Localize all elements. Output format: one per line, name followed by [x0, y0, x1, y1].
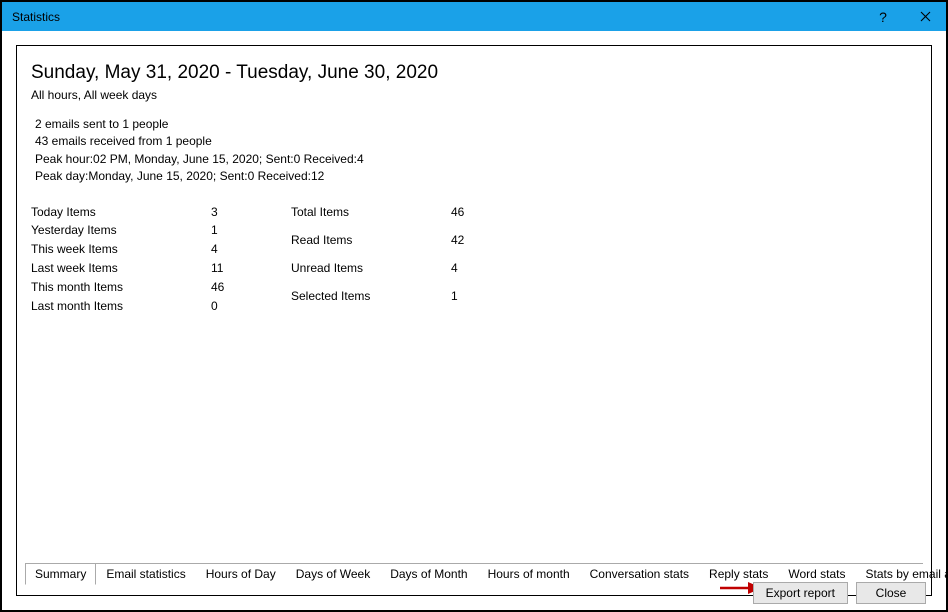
titlebar-controls: ? [862, 2, 946, 31]
summary-block: 2 emails sent to 1 people 43 emails rece… [31, 116, 917, 186]
stat-label: Total Items [291, 204, 451, 230]
stat-value: 0 [211, 298, 291, 315]
stats-col-right: Total Items 46 Read Items 42 Unread Item… [291, 204, 511, 315]
filter-subheading: All hours, All week days [31, 88, 917, 102]
footer-buttons: Export report Close [753, 582, 926, 604]
close-window-button[interactable] [904, 2, 946, 31]
stat-label: Last month Items [31, 298, 211, 315]
stat-label: Last week Items [31, 260, 211, 277]
stat-value: 46 [211, 279, 291, 296]
tab-days-of-month[interactable]: Days of Month [380, 563, 477, 585]
stats-table: Today Items 3 Yesterday Items 1 This wee… [31, 204, 917, 315]
stat-value: 46 [451, 204, 511, 230]
stat-label: Yesterday Items [31, 222, 211, 239]
export-report-button[interactable]: Export report [753, 582, 848, 604]
stats-col-left: Today Items 3 Yesterday Items 1 This wee… [31, 204, 291, 315]
client-area: Sunday, May 31, 2020 - Tuesday, June 30,… [2, 31, 946, 610]
window-title: Statistics [12, 10, 60, 24]
content-panel: Sunday, May 31, 2020 - Tuesday, June 30,… [16, 45, 932, 596]
tab-hours-of-month[interactable]: Hours of month [478, 563, 580, 585]
stat-label: This month Items [31, 279, 211, 296]
tab-summary[interactable]: Summary [25, 563, 96, 585]
stat-label: Unread Items [291, 260, 451, 286]
date-range-heading: Sunday, May 31, 2020 - Tuesday, June 30,… [31, 62, 917, 84]
stat-label: Selected Items [291, 288, 451, 314]
window-frame: Statistics ? Sunday, May 31, 2020 - Tues… [0, 0, 948, 612]
tab-email-statistics[interactable]: Email statistics [96, 563, 195, 585]
stat-value: 1 [211, 222, 291, 239]
help-button[interactable]: ? [862, 2, 904, 31]
summary-peak-hour: Peak hour:02 PM, Monday, June 15, 2020; … [35, 151, 917, 168]
stat-value: 3 [211, 204, 291, 221]
summary-received: 43 emails received from 1 people [35, 133, 917, 150]
stat-label: Read Items [291, 232, 451, 258]
stat-value: 4 [451, 260, 511, 286]
tab-days-of-week[interactable]: Days of Week [286, 563, 380, 585]
stat-value: 4 [211, 241, 291, 258]
close-button[interactable]: Close [856, 582, 926, 604]
summary-sent: 2 emails sent to 1 people [35, 116, 917, 133]
stat-value: 1 [451, 288, 511, 314]
stat-value: 11 [211, 260, 291, 277]
close-icon [920, 11, 931, 22]
main-panel: Sunday, May 31, 2020 - Tuesday, June 30,… [17, 46, 931, 324]
tab-hours-of-day[interactable]: Hours of Day [196, 563, 286, 585]
stat-label: Today Items [31, 204, 211, 221]
stat-value: 42 [451, 232, 511, 258]
summary-peak-day: Peak day:Monday, June 15, 2020; Sent:0 R… [35, 168, 917, 185]
tab-conversation-stats[interactable]: Conversation stats [580, 563, 699, 585]
titlebar: Statistics ? [2, 2, 946, 31]
stat-label: This week Items [31, 241, 211, 258]
